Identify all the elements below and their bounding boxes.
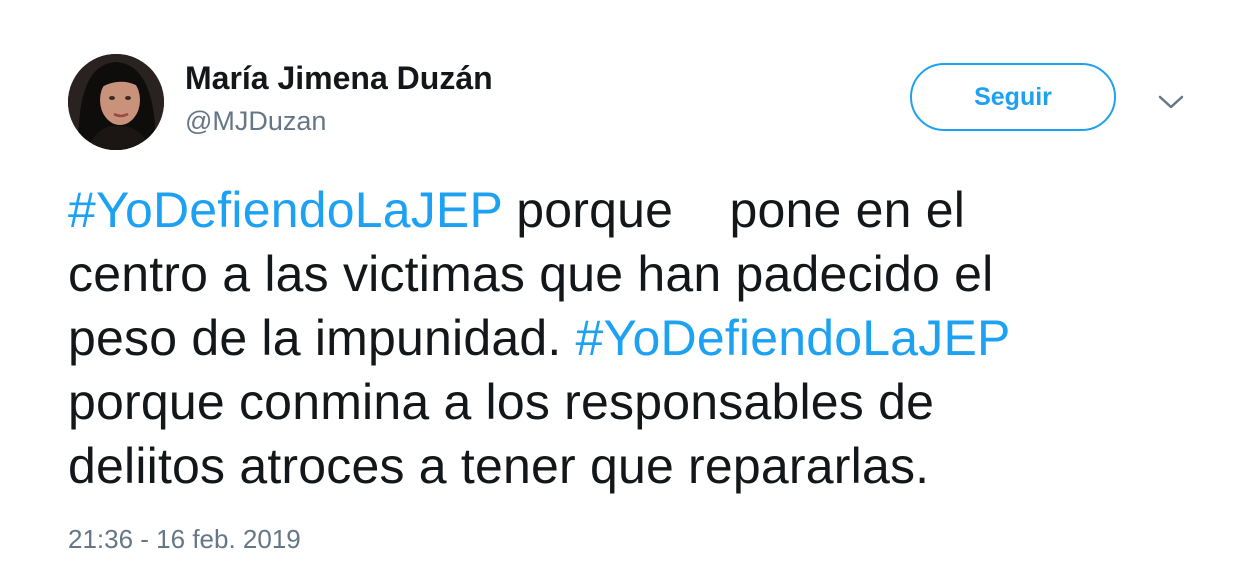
avatar[interactable] (68, 54, 164, 150)
tweet-text-segment: porque pone en el (502, 182, 966, 238)
tweet-text-segment: deliitos atroces a tener que repararlas. (68, 438, 930, 494)
follow-button[interactable]: Seguir (910, 63, 1116, 131)
username-handle[interactable]: @MJDuzan (185, 106, 326, 137)
tweet-line: peso de la impunidad. #YoDefiendoLaJEP (68, 306, 1188, 370)
tweet-text-segment: porque conmina a los responsables de (68, 374, 935, 430)
chevron-down-icon[interactable] (1157, 92, 1185, 112)
display-name[interactable]: María Jimena Duzán (185, 60, 493, 97)
tweet-line: porque conmina a los responsables de (68, 370, 1188, 434)
tweet-line: #YoDefiendoLaJEP porque pone en el (68, 178, 1188, 242)
tweet-text-segment: centro a las victimas que han padecido e… (68, 246, 994, 302)
hashtag-link[interactable]: #YoDefiendoLaJEP (68, 182, 502, 238)
hashtag-link[interactable]: #YoDefiendoLaJEP (576, 310, 1011, 366)
tweet-text-segment: peso de la impunidad. (68, 310, 576, 366)
tweet-text: #YoDefiendoLaJEP porque pone en el centr… (68, 178, 1188, 498)
tweet-line: deliitos atroces a tener que repararlas. (68, 434, 1188, 498)
tweet-timestamp[interactable]: 21:36 - 16 feb. 2019 (68, 524, 301, 555)
tweet-line: centro a las victimas que han padecido e… (68, 242, 1188, 306)
profile-photo (68, 54, 164, 150)
